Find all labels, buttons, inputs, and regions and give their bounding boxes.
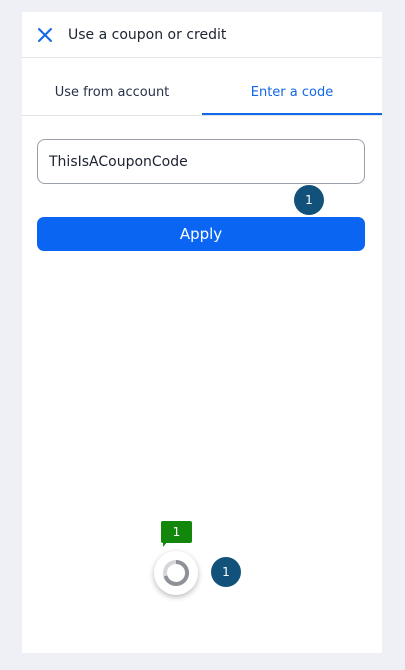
tab-bar: Use from account Enter a code (22, 70, 382, 116)
tab-use-from-account[interactable]: Use from account (22, 70, 202, 115)
spinner-icon (163, 559, 190, 586)
step-badge: 1 (211, 557, 241, 587)
step-badge: 1 (294, 185, 324, 215)
step-tag: 1 (161, 521, 192, 543)
step-tag-pointer (163, 541, 173, 547)
active-tab-indicator (202, 113, 382, 115)
coupon-code-input[interactable] (37, 139, 365, 184)
header: Use a coupon or credit (22, 12, 382, 58)
tab-enter-a-code[interactable]: Enter a code (202, 70, 382, 115)
page-title: Use a coupon or credit (68, 27, 227, 43)
apply-button[interactable]: Apply (37, 217, 365, 251)
loading-spinner (154, 551, 198, 595)
coupon-panel: Use a coupon or credit Use from account … (22, 12, 382, 653)
close-icon[interactable] (36, 26, 54, 44)
